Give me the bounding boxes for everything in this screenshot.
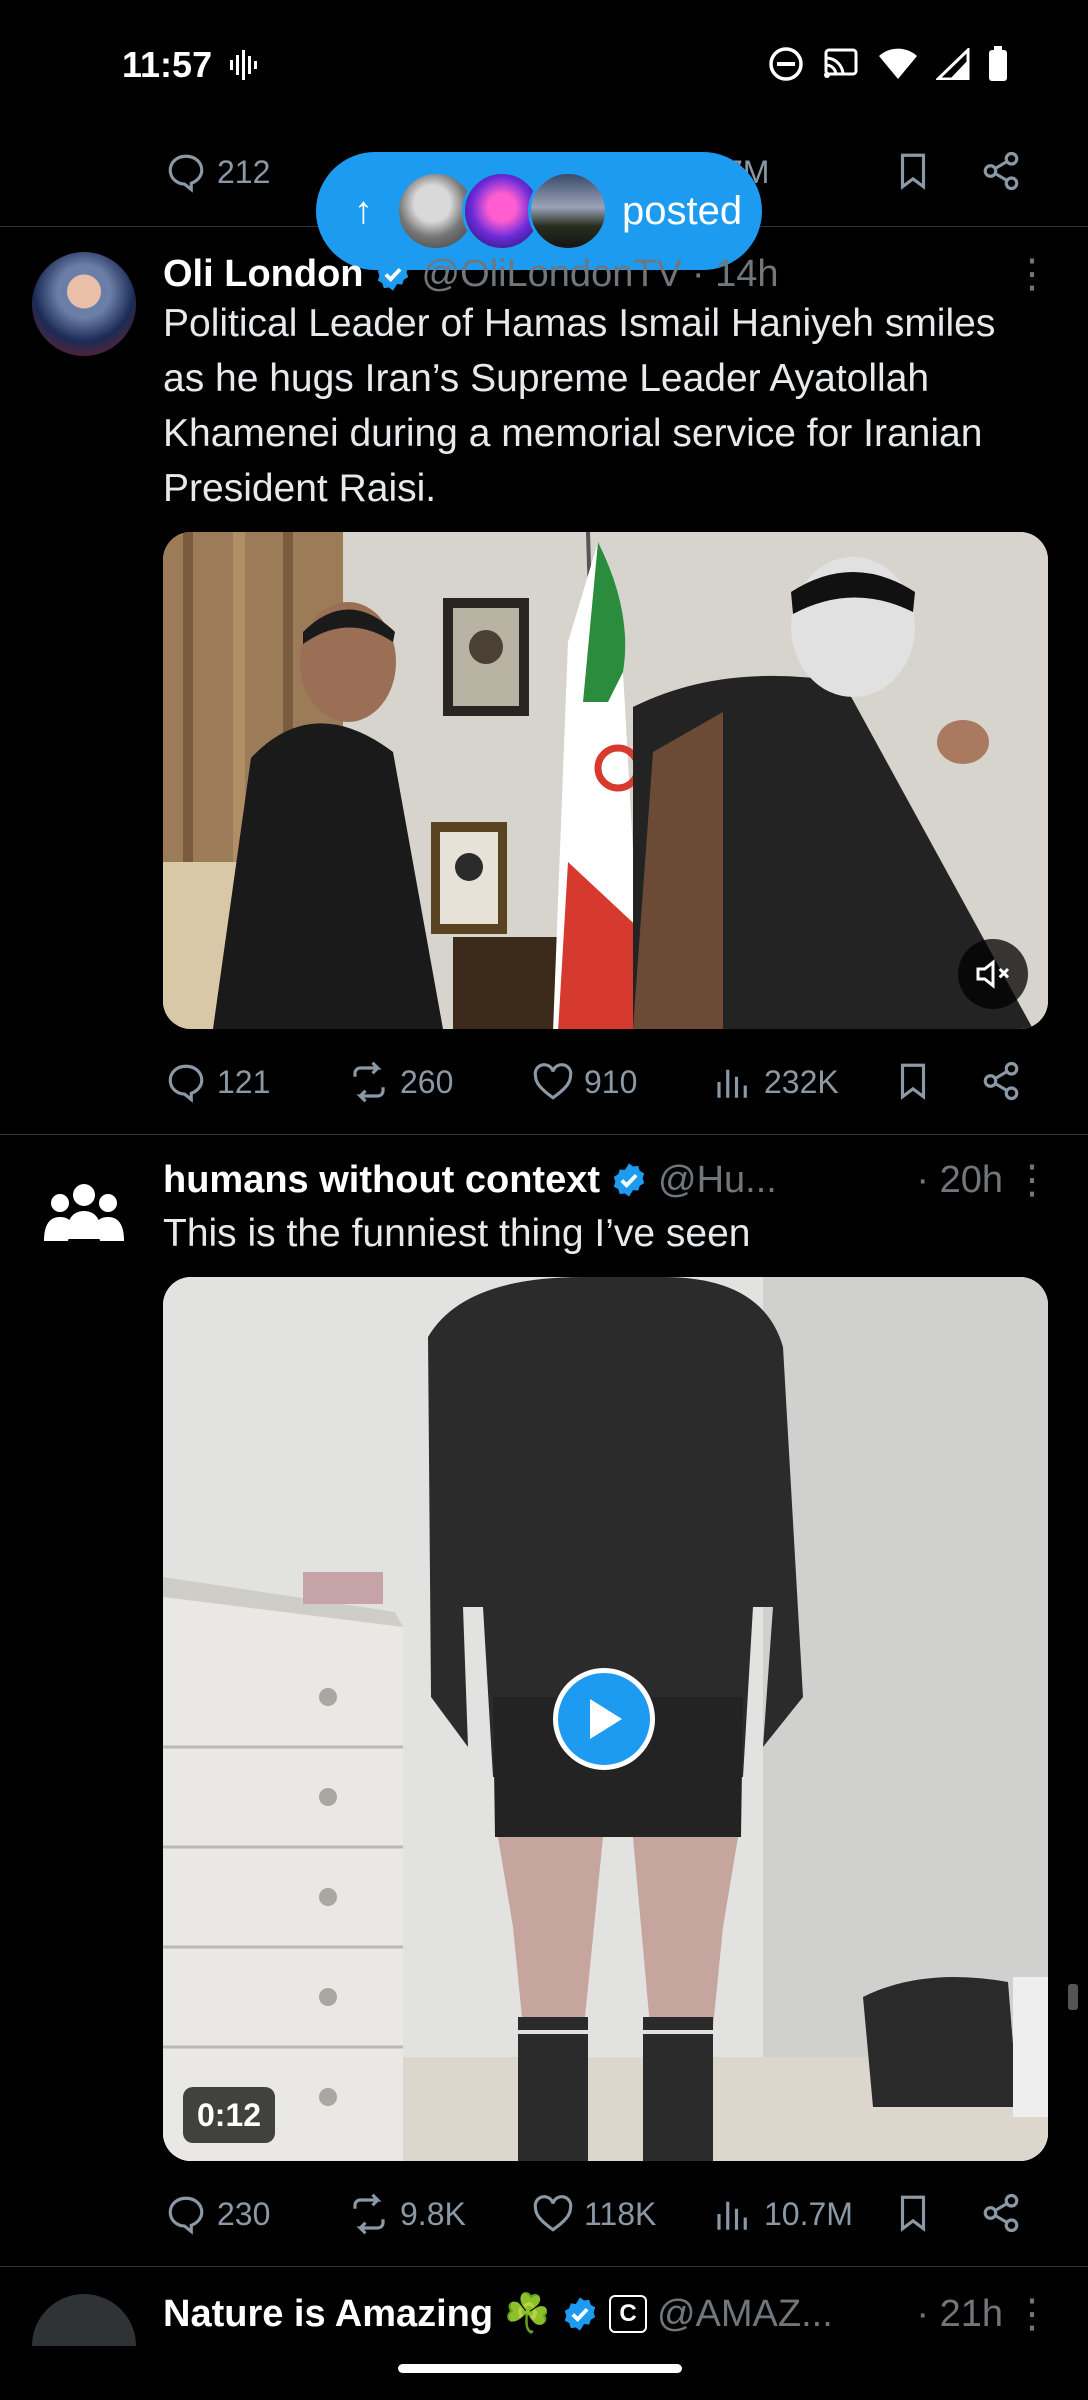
avatar[interactable] — [32, 252, 136, 356]
video-duration-badge: 0:12 — [183, 2087, 276, 2143]
mute-button[interactable] — [958, 939, 1028, 1009]
views-count: 232K — [764, 1063, 839, 1100]
posted-label: posted — [622, 188, 743, 233]
status-bar: 11:57 — [0, 0, 1088, 130]
repost-button[interactable]: 9.8K — [348, 2193, 466, 2235]
do-not-disturb-icon — [769, 47, 803, 81]
share-icon[interactable] — [980, 1060, 1022, 1102]
tweet-actions: 230 9.8K 118K 10.7M — [165, 2184, 1025, 2244]
like-button[interactable]: 910 — [532, 1061, 637, 1103]
author-handle[interactable]: @Hu... — [658, 1159, 777, 1202]
views-chart-icon — [717, 2201, 747, 2230]
reply-count: 230 — [217, 2195, 271, 2232]
heart-icon — [533, 2195, 573, 2232]
bookmark-icon[interactable] — [892, 1060, 934, 1102]
verified-badge-icon — [564, 2297, 596, 2331]
bookmark-icon[interactable] — [892, 150, 934, 192]
author-handle[interactable]: @AMAZ... — [657, 2293, 833, 2336]
repost-button[interactable]: 260 — [348, 1061, 453, 1103]
reply-icon — [168, 2196, 204, 2235]
video-duration: 0:12 — [197, 2097, 262, 2133]
avatar[interactable] — [32, 1162, 136, 1266]
tweet-header: humans without context @Hu... · 20h — [163, 1152, 1003, 1208]
reply-icon — [168, 154, 204, 193]
verified-badge-icon — [377, 257, 408, 291]
mute-icon — [976, 959, 1010, 989]
views-button[interactable]: 232K — [712, 1061, 839, 1103]
avatar[interactable] — [32, 2294, 136, 2346]
views-button[interactable]: 10.7M — [712, 2193, 853, 2235]
play-icon — [590, 1699, 622, 1739]
repost-count: 9.8K — [400, 2195, 466, 2232]
like-count: 910 — [584, 1063, 638, 1100]
repost-icon — [353, 2193, 385, 2235]
like-button[interactable]: 118K — [532, 2193, 656, 2235]
reply-button[interactable]: 121 — [165, 1061, 270, 1103]
tweet-time: · 21h — [916, 2292, 1003, 2335]
tweet-image[interactable] — [163, 532, 1048, 1029]
share-icon[interactable] — [980, 150, 1022, 192]
repost-count: 260 — [400, 1063, 454, 1100]
reply-button[interactable]: 230 — [165, 2193, 270, 2235]
reply-button[interactable]: 212 — [165, 151, 270, 193]
reply-count: 121 — [217, 1063, 271, 1100]
battery-icon — [989, 46, 1007, 81]
tweet-header: Nature is Amazing ☘️ C @AMAZ... · 21h — [163, 2286, 1003, 2342]
author-name[interactable]: Nature is Amazing ☘️ — [163, 2292, 551, 2336]
views-count: 10.7M — [764, 2195, 853, 2232]
tweet-text: This is the funniest thing I’ve seen — [163, 1212, 751, 1255]
home-indicator[interactable] — [398, 2364, 682, 2373]
play-button[interactable] — [553, 1668, 655, 1770]
photo-scene — [163, 532, 1048, 1029]
people-group-icon — [44, 1184, 124, 1241]
status-time: 11:57 — [122, 44, 213, 85]
status-icons — [768, 46, 1008, 82]
reply-count: 212 — [217, 153, 271, 190]
tweet-header: Oli London @OliLondonTV · 14h — [163, 246, 1043, 302]
affiliate-badge-icon: C — [608, 2295, 647, 2333]
divider — [0, 1134, 1088, 1135]
cell-signal-icon — [936, 48, 970, 80]
bookmark-icon[interactable] — [892, 2192, 934, 2234]
heart-icon — [533, 1063, 573, 1100]
author-name[interactable]: humans without context — [163, 1159, 600, 1202]
author-handle[interactable]: @OliLondonTV — [422, 253, 682, 296]
tweet-actions: 121 260 910 232K — [165, 1052, 1025, 1112]
share-icon[interactable] — [980, 2192, 1022, 2234]
tweet-video[interactable]: 0:12 — [163, 1277, 1048, 2161]
audio-wave-icon — [230, 50, 257, 80]
reply-icon — [168, 1064, 204, 1103]
scrollbar-thumb[interactable] — [1068, 1984, 1078, 2010]
wifi-icon — [879, 48, 917, 79]
arrow-up-icon: ↑ — [354, 189, 373, 232]
author-name[interactable]: Oli London — [163, 253, 364, 296]
cast-icon — [824, 48, 858, 78]
repost-icon — [353, 1061, 385, 1103]
verified-badge-icon — [613, 1163, 645, 1197]
tweet-time: · 20h — [916, 1158, 1003, 1201]
like-count: 118K — [584, 2195, 657, 2232]
tweet-text: Political Leader of Hamas Ismail Haniyeh… — [163, 302, 996, 510]
more-options-icon[interactable]: ⋮ — [1012, 1152, 1052, 1208]
views-chart-icon — [717, 1069, 747, 1098]
tweet-time: · 14h — [691, 252, 779, 295]
divider — [0, 2266, 1088, 2267]
more-options-icon[interactable]: ⋮ — [1012, 2286, 1052, 2342]
more-options-icon[interactable]: ⋮ — [1012, 246, 1052, 302]
pill-avatar-3 — [528, 171, 608, 251]
